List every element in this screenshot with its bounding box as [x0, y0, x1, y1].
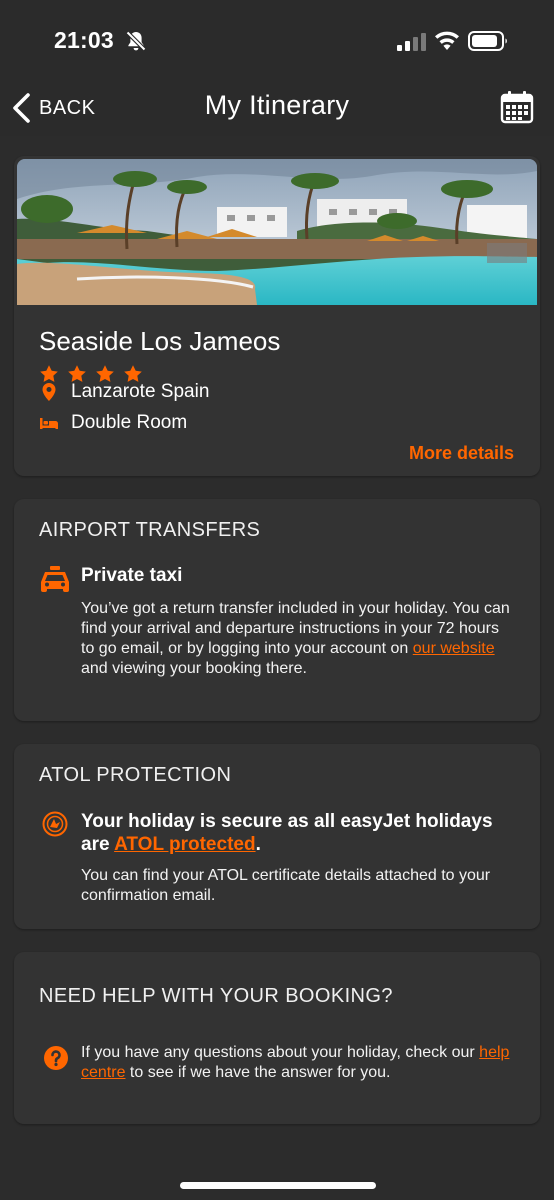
home-indicator[interactable]: [180, 1182, 376, 1189]
transfer-type: Private taxi: [81, 565, 183, 586]
hotel-photo: [17, 159, 537, 305]
hotel-room: Double Room: [39, 412, 187, 434]
more-details-link[interactable]: More details: [409, 443, 514, 464]
hotel-name: Seaside Los Jameos: [39, 326, 281, 356]
help-text: If you have any questions about your hol…: [81, 1044, 480, 1061]
battery-icon: [468, 31, 507, 51]
our-website-link[interactable]: our website: [413, 640, 495, 657]
calendar-icon[interactable]: [500, 90, 534, 124]
section-title: ATOL PROTECTION: [39, 764, 232, 786]
page-title: My Itinerary: [204, 90, 350, 120]
transfer-description: You’ve got a return transfer included in…: [81, 599, 511, 679]
map-pin-icon: [42, 383, 56, 401]
status-time: 21:03: [54, 27, 114, 53]
bell-slash-icon: [126, 31, 146, 51]
wifi-icon: [435, 31, 459, 50]
transfer-text-end: and viewing your booking there.: [81, 660, 307, 677]
room-label: Double Room: [71, 412, 188, 433]
atol-protection-card: ATOL PROTECTION Your holiday is secure a…: [14, 744, 540, 929]
atol-description: You can find your ATOL certificate detai…: [81, 867, 491, 904]
location-label: Lanzarote Spain: [71, 381, 210, 402]
airport-transfers-card: AIRPORT TRANSFERS Private taxi You’ve go…: [14, 499, 540, 721]
help-text-end: to see if we have the answer for you.: [125, 1064, 391, 1081]
atol-heading: Your holiday is secure as all easyJet ho…: [81, 810, 521, 856]
help-card: NEED HELP WITH YOUR BOOKING? If you have…: [14, 952, 540, 1124]
section-title: AIRPORT TRANSFERS: [39, 519, 261, 541]
cellular-signal-icon: [397, 33, 426, 51]
atol-heading-end: .: [255, 834, 261, 855]
hotel-location: Lanzarote Spain: [39, 381, 209, 403]
bed-icon: [40, 418, 58, 429]
taxi-icon: [41, 566, 69, 592]
question-circle-icon: [44, 1046, 68, 1070]
help-description: If you have any questions about your hol…: [81, 1043, 521, 1083]
hotel-card: Seaside Los Jameos Lanzarote Spain Doubl…: [14, 156, 540, 476]
nav-bar: BACK My Itinerary: [0, 80, 554, 136]
atol-protected-link[interactable]: ATOL protected: [114, 834, 255, 855]
section-title: NEED HELP WITH YOUR BOOKING?: [39, 985, 393, 1007]
atol-shield-icon: [42, 811, 68, 837]
status-bar: 21:03: [0, 0, 554, 80]
